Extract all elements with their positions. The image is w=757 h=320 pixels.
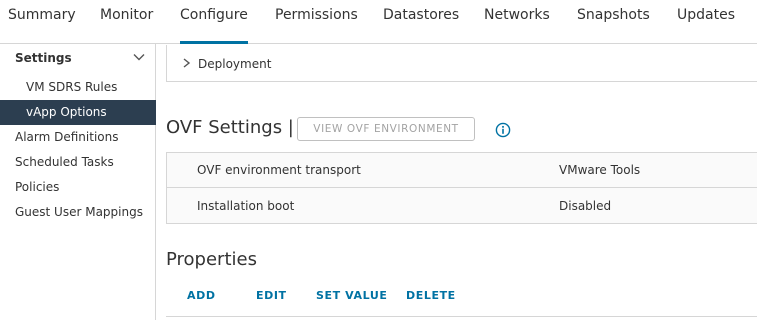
info-icon[interactable]	[495, 122, 511, 138]
tab-datastores[interactable]: Datastores	[383, 7, 459, 43]
sidebar-item-guest-user-mappings[interactable]: Guest User Mappings	[0, 200, 156, 225]
table-row: OVF environment transport VMware Tools	[167, 153, 757, 188]
tab-monitor[interactable]: Monitor	[100, 7, 153, 43]
installation-boot-label: Installation boot	[197, 199, 295, 213]
tab-summary[interactable]: Summary	[8, 7, 76, 43]
properties-title: Properties	[166, 249, 257, 270]
ovf-settings-table: OVF environment transport VMware Tools I…	[166, 152, 757, 224]
tab-updates[interactable]: Updates	[677, 7, 735, 43]
deployment-label: Deployment	[198, 57, 272, 71]
edit-button[interactable]: EDIT	[256, 289, 287, 302]
installation-boot-value: Disabled	[559, 199, 612, 213]
top-tab-bar: Summary Monitor Configure Permissions Da…	[0, 0, 757, 44]
deployment-section[interactable]: Deployment	[166, 45, 757, 82]
sidebar-item-alarm-definitions[interactable]: Alarm Definitions	[0, 125, 156, 150]
ovf-transport-label: OVF environment transport	[197, 163, 361, 177]
tab-networks[interactable]: Networks	[484, 7, 550, 43]
tab-permissions[interactable]: Permissions	[275, 7, 358, 43]
chevron-right-icon[interactable]	[181, 57, 191, 69]
add-button[interactable]: ADD	[187, 289, 216, 302]
tab-snapshots[interactable]: Snapshots	[577, 7, 650, 43]
view-ovf-environment-button[interactable]: VIEW OVF ENVIRONMENT	[297, 117, 475, 141]
delete-button[interactable]: DELETE	[406, 289, 456, 302]
sidebar-item-vm-sdrs-rules[interactable]: VM SDRS Rules	[0, 75, 156, 100]
set-value-button[interactable]: SET VALUE	[316, 289, 388, 302]
settings-sidebar: Settings VM SDRS Rules vApp Options Alar…	[0, 44, 156, 320]
sidebar-item-policies[interactable]: Policies	[0, 175, 156, 200]
divider	[166, 316, 757, 317]
sidebar-item-vapp-options[interactable]: vApp Options	[0, 100, 156, 125]
sidebar-item-scheduled-tasks[interactable]: Scheduled Tasks	[0, 150, 156, 175]
table-row: Installation boot Disabled	[167, 189, 757, 224]
chevron-down-icon[interactable]	[133, 51, 145, 63]
sidebar-header-settings[interactable]: Settings	[15, 51, 72, 65]
ovf-settings-title: OVF Settings |	[166, 117, 294, 138]
ovf-transport-value: VMware Tools	[559, 163, 641, 177]
tab-configure[interactable]: Configure	[180, 7, 248, 44]
